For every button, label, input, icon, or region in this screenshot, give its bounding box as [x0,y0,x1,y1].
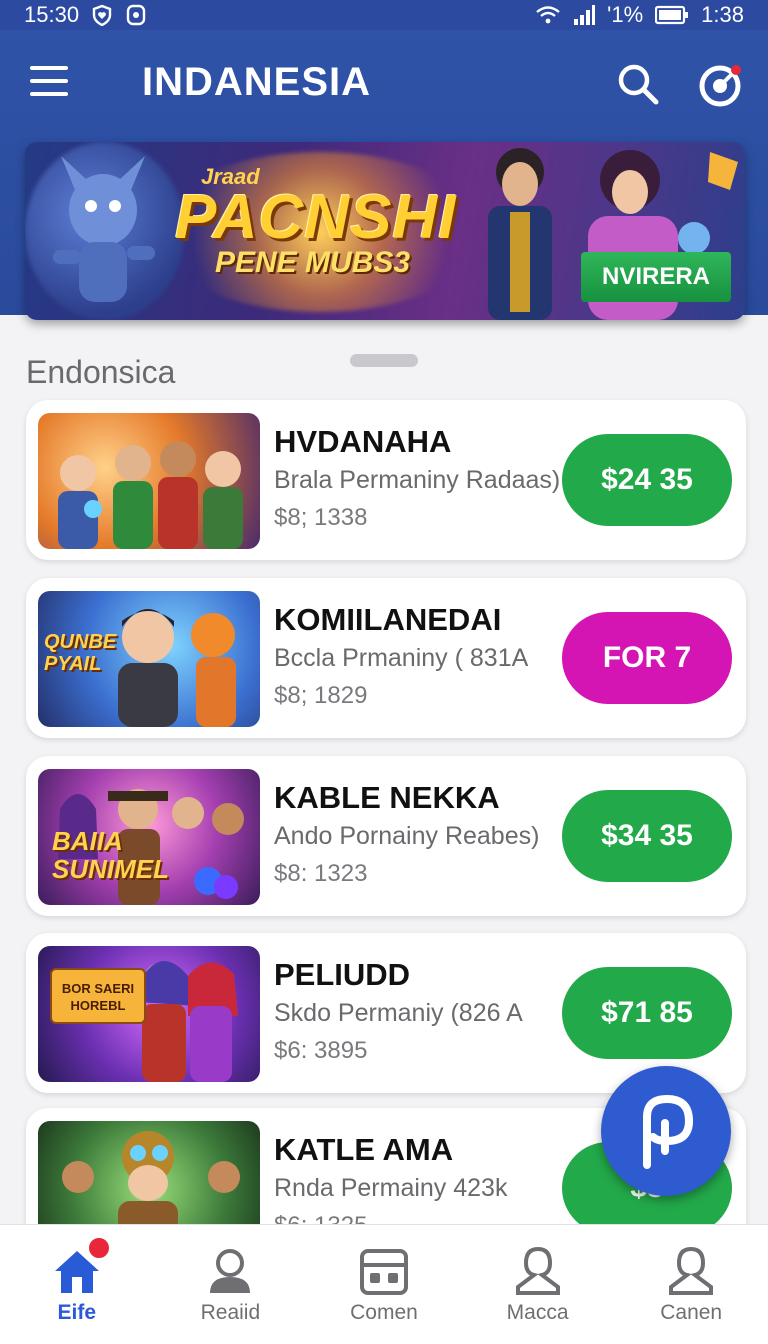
game-title: PELIUDD [274,957,411,992]
game-description: Ando Pornainy Reabes) [274,822,540,850]
app-header: INDANESIA Jraad PACNSHI PENE MUBS3 NVIRE… [0,30,768,320]
nav-label: Canen [660,1301,723,1324]
game-description: Bccla Prmaniny ( 831A [274,644,529,672]
status-bar: 15:30 '1% 1:38 [0,0,768,30]
mascot-illustration [53,156,155,302]
floating-action-button[interactable] [601,1066,731,1196]
thumbnail-logo: QUNBE PYAIL [44,631,117,675]
target-icon[interactable] [698,62,744,108]
hamburger-line [30,79,68,83]
game-title: KABLE NEKKA [274,780,500,815]
menu-button[interactable] [30,66,74,100]
price-button[interactable]: $24 35 [562,434,732,526]
shield-heart-icon [92,4,112,26]
drag-handle[interactable] [350,354,418,367]
section-title: Endonsica [26,354,176,390]
banner-title: PACNSHI [175,183,457,252]
calendar-icon [359,1249,408,1295]
nav-label: Comen [350,1301,418,1324]
game-thumbnail [38,413,260,549]
game-thumbnail: BOR SAERI HOREBL [38,946,260,1082]
notification-icon [126,4,146,26]
nav-label: Eife [57,1301,97,1324]
search-icon[interactable] [616,62,660,106]
hamburger-line [30,66,68,70]
battery-icon [655,5,689,25]
game-thumbnail: QUNBE PYAIL [38,591,260,727]
promo-banner[interactable]: Jraad PACNSHI PENE MUBS3 NVIRERA [25,142,745,320]
game-title: HVDANAHA [274,424,452,459]
game-card[interactable]: QUNBE PYAIL KOMIILANEDAI Bccla Prmaniny … [26,578,746,738]
banner-subtitle: PENE MUBS3 [215,246,411,279]
game-card[interactable]: BAIIA SUNIMEL KABLE NEKKA Ando Pornainy … [26,756,746,916]
battery-percent: '1% [607,2,644,27]
game-meta: $8; 1829 [274,682,368,709]
profile-icon [515,1246,560,1295]
game-meta: $8: 1323 [274,860,368,887]
thumbnail-logo: BAIIA SUNIMEL [52,826,169,884]
page-title: INDANESIA [142,60,372,104]
nav-item-contacts[interactable]: Macca [461,1225,615,1344]
game-title: KATLE AMA [274,1132,454,1167]
game-title: KOMIILANEDAI [274,602,502,637]
nav-item-profile[interactable]: Reaiid [154,1225,308,1344]
nav-item-calendar[interactable]: Comen [307,1225,461,1344]
price-button[interactable]: $71 85 [562,967,732,1059]
game-meta: $6: 3895 [274,1037,368,1064]
game-thumbnail: BAIIA SUNIMEL [38,769,260,905]
status-time: 15:30 [24,2,80,27]
price-button[interactable]: $34 35 [562,790,732,882]
thumbnail-logo: BOR SAERI HOREBL [50,968,146,1024]
wifi-icon [536,6,560,24]
notification-badge [86,1235,112,1261]
game-card[interactable]: BOR SAERI HOREBL PELIUDD Skdo Permaniy (… [26,933,746,1093]
p-logo-icon [643,1094,694,1169]
hamburger-line [30,92,68,96]
nav-label: Macca [506,1301,569,1324]
status-clock: 1:38 [701,2,744,27]
game-meta: $8; 1338 [274,504,368,531]
game-description: Skdo Permaniy (826 A [274,999,523,1027]
profile-icon [669,1246,714,1295]
nav-item-home[interactable]: Eife [0,1225,154,1344]
game-description: Rnda Permainy 423k [274,1174,508,1202]
nav-label: Reaiid [200,1301,261,1324]
nav-item-account[interactable]: Canen [614,1225,768,1344]
price-button[interactable]: FOR 7 [562,612,732,704]
bottom-nav: Eife Reaiid Comen Macca Canen [0,1224,768,1344]
game-card[interactable]: HVDANAHA Brala Permaniny Radaas) $8; 133… [26,400,746,560]
game-description: Brala Permaniny Radaas) [274,466,561,494]
signal-icon [574,5,596,25]
banner-badge-button[interactable]: NVIRERA [581,252,731,302]
user-icon [210,1249,251,1293]
